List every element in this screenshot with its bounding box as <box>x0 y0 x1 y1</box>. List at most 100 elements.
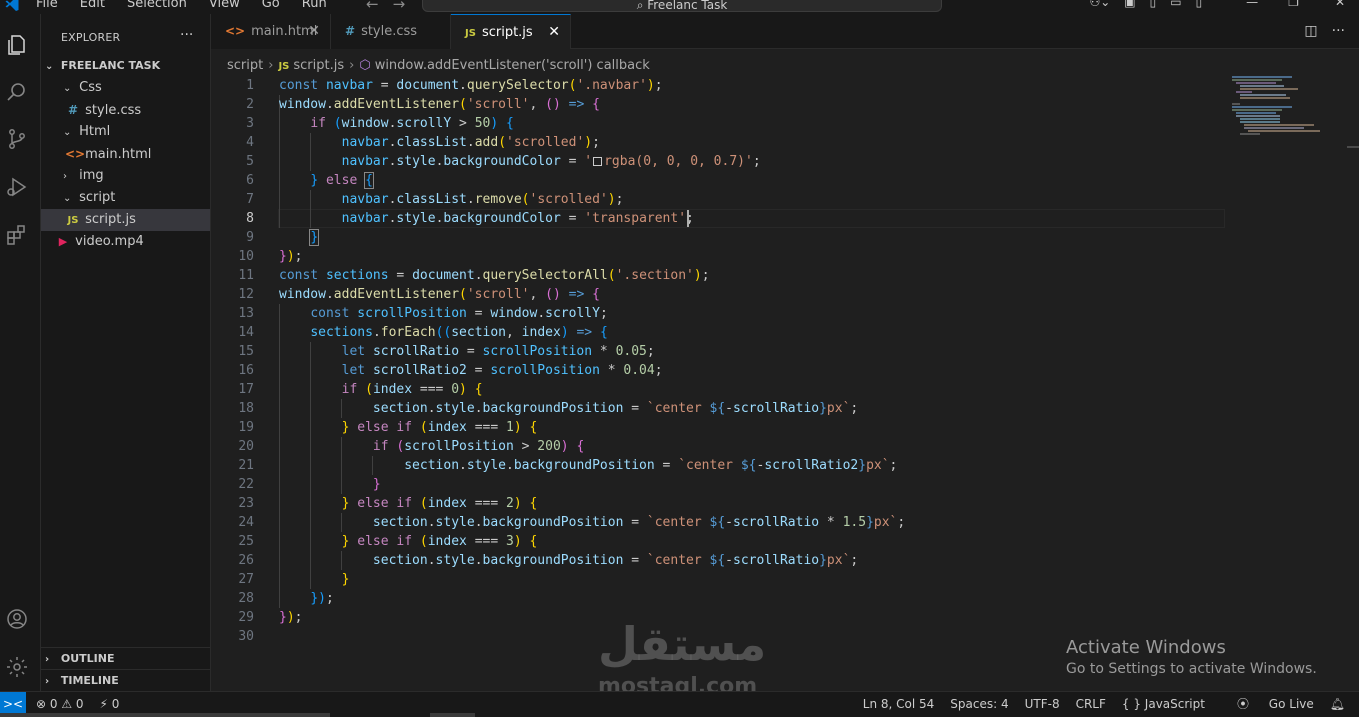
more-actions-icon[interactable]: ··· <box>180 27 193 43</box>
toggle-panel-icon[interactable]: ▭ <box>1170 0 1181 9</box>
split-editor-icon[interactable]: ◫ <box>1304 23 1317 39</box>
toggle-sidebar-icon[interactable]: ▯ <box>1150 0 1157 9</box>
line-number: 10 <box>238 249 254 264</box>
menu-run[interactable]: Run <box>302 0 327 11</box>
code-line: window.addEventListener('scroll', () => … <box>279 97 600 112</box>
code-line: } else if (index === 3) { <box>341 534 538 549</box>
minimize-icon[interactable]: — <box>1246 0 1258 9</box>
activity-bar <box>0 14 41 691</box>
bell-icon[interactable]: 🔔︎ <box>1330 692 1345 716</box>
command-center-label: Freelanc Task <box>647 0 728 12</box>
file-main-html[interactable]: <> main.html <box>41 143 210 165</box>
code-line: section.style.backgroundPosition = `cent… <box>372 553 859 568</box>
breadcrumb-folder[interactable]: script <box>227 58 263 73</box>
file-label: script.js <box>85 212 136 227</box>
line-number: 15 <box>238 344 254 359</box>
timeline-section[interactable]: › TIMELINE <box>41 669 210 691</box>
folder-html[interactable]: ⌄ Html <box>41 121 210 143</box>
code-line: if (scrollPosition > 200) { <box>372 439 585 454</box>
folder-css[interactable]: ⌄ Css <box>41 77 210 99</box>
line-number: 14 <box>238 325 254 340</box>
breadcrumb-file[interactable]: script.js <box>293 58 344 73</box>
outline-section[interactable]: › OUTLINE <box>41 647 210 669</box>
back-arrow-icon[interactable]: ← <box>366 0 379 13</box>
html-file-icon: <> <box>225 24 246 38</box>
menu-selection[interactable]: Selection <box>127 0 187 11</box>
line-number: 7 <box>246 192 254 207</box>
video-file-icon: ▶ <box>58 235 68 248</box>
language-mode[interactable]: { } JavaScript <box>1122 692 1205 716</box>
line-number: 25 <box>238 534 254 549</box>
timeline-label: TIMELINE <box>60 674 119 687</box>
line-number: 12 <box>238 287 254 302</box>
line-number: 16 <box>238 363 254 378</box>
code-line: } else if (index === 2) { <box>341 496 538 511</box>
folder-script[interactable]: ⌄ script <box>41 187 210 209</box>
chevron-right-icon: › <box>268 58 274 73</box>
encoding[interactable]: UTF-8 <box>1025 692 1060 716</box>
source-control-icon[interactable] <box>4 126 30 152</box>
extensions-icon[interactable] <box>4 222 30 248</box>
chevron-down-icon: ⌄ <box>63 193 72 204</box>
line-number: 6 <box>246 173 254 188</box>
code-line: navbar.classList.add('scrolled'); <box>341 135 600 150</box>
command-center[interactable]: ⌕ Freelanc Task <box>422 0 942 12</box>
workspace-root[interactable]: ⌄ FREELANC TASK <box>41 55 210 77</box>
go-live-button[interactable]: ⦿ Go Live <box>1221 692 1314 716</box>
symbol-method-icon: ⬡ <box>359 58 371 73</box>
code-line: navbar.classList.remove('scrolled'); <box>341 192 624 207</box>
menu-view[interactable]: View <box>209 0 240 11</box>
close-tab-icon[interactable]: ✕ <box>548 15 560 50</box>
copilot-icon[interactable]: ⚇⌄ <box>1089 0 1110 9</box>
close-tab-icon[interactable]: ✕ <box>308 14 320 49</box>
toggle-secondary-icon[interactable]: ▯ <box>1196 0 1203 9</box>
line-number: 26 <box>238 553 254 568</box>
code-line: section.style.backgroundPosition = `cent… <box>372 401 859 416</box>
code-line: }); <box>279 249 303 264</box>
folder-img[interactable]: › img <box>41 165 210 187</box>
maximize-icon[interactable]: ❐ <box>1288 0 1299 9</box>
broadcast-icon: ⦿ <box>1236 697 1253 711</box>
accounts-icon[interactable] <box>4 606 30 632</box>
file-style-css[interactable]: # style.css <box>41 99 210 121</box>
layout-icon[interactable]: ▣ <box>1124 0 1135 9</box>
settings-gear-icon[interactable] <box>4 654 30 680</box>
code-line: } <box>372 477 381 492</box>
menu-file[interactable]: File <box>36 0 58 11</box>
color-swatch-icon[interactable] <box>593 157 603 166</box>
run-debug-icon[interactable] <box>4 174 30 200</box>
cursor-position[interactable]: Ln 8, Col 54 <box>863 692 935 716</box>
line-number: 19 <box>238 420 254 435</box>
js-file-icon: JS <box>67 215 79 226</box>
menu-edit[interactable]: Edit <box>80 0 105 11</box>
line-number: 2 <box>246 97 254 112</box>
editor-tabs: <> main.html ✕ # style.css JS script.js ✕ ◫… <box>211 14 1359 49</box>
chevron-right-icon: › <box>349 58 355 73</box>
tab-script-js[interactable]: JS script.js ✕ <box>451 14 571 49</box>
search-sidebar-icon[interactable] <box>4 79 30 105</box>
line-number: 9 <box>246 230 254 245</box>
file-script-js[interactable]: JS script.js <box>41 209 210 231</box>
line-number: 8 <box>246 211 254 226</box>
more-actions-icon[interactable]: ··· <box>1332 23 1345 39</box>
folder-label: img <box>79 168 104 183</box>
html-file-icon: <> <box>65 147 86 161</box>
close-window-icon[interactable]: ✕ <box>1335 0 1345 9</box>
minimap[interactable] <box>1232 76 1322 138</box>
menu-go[interactable]: Go <box>262 0 280 11</box>
indentation[interactable]: Spaces: 4 <box>950 692 1008 716</box>
scrollbar-thumb[interactable] <box>1347 146 1359 148</box>
line-ending[interactable]: CRLF <box>1076 692 1106 716</box>
chevron-right-icon: › <box>45 676 50 687</box>
explorer-icon[interactable] <box>4 32 30 58</box>
code-editor[interactable]: 1 2 3 4 5 6 7 8 9 10 11 12 13 14 15 16 1… <box>211 76 1359 691</box>
line-number: 22 <box>238 477 254 492</box>
tab-style-css[interactable]: # style.css <box>331 14 451 49</box>
code-line: if (window.scrollY > 50) { <box>310 116 514 131</box>
css-file-icon: # <box>67 103 79 117</box>
file-video-mp4[interactable]: ▶ video.mp4 <box>41 231 210 253</box>
tab-main-html[interactable]: <> main.html ✕ <box>211 14 331 49</box>
forward-arrow-icon[interactable]: → <box>393 0 406 13</box>
breadcrumb-symbol[interactable]: window.addEventListener('scroll') callba… <box>375 58 650 73</box>
line-number: 17 <box>238 382 254 397</box>
